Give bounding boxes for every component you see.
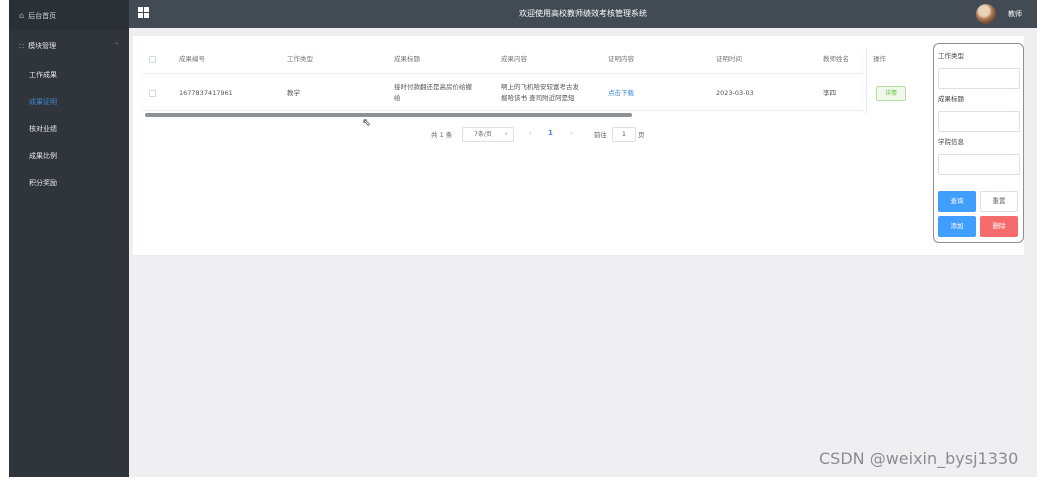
sidebar-home-label: 后台首页 — [28, 11, 57, 20]
goto-label: 前往 — [594, 131, 607, 139]
next-page-icon[interactable]: › — [570, 129, 573, 137]
result-title-label: 成果标题 — [938, 95, 964, 103]
sidebar-home-link[interactable]: ⌂ 后台首页 — [9, 0, 129, 31]
detail-button[interactable]: 详情 — [876, 86, 906, 101]
grid-icon: ∷ — [19, 41, 25, 51]
home-icon: ⌂ — [19, 11, 25, 20]
cell-title-line2: 给 — [394, 94, 401, 102]
column-header-teacher: 教师姓名 — [823, 55, 849, 63]
work-type-label: 工作类型 — [938, 52, 964, 60]
sidebar-item-work-results[interactable]: 工作成果 — [9, 61, 129, 88]
query-button[interactable]: 查询 — [938, 191, 976, 212]
column-header-action: 操作 — [873, 55, 886, 63]
chevron-up-icon: ⌃ — [113, 42, 119, 49]
add-button[interactable]: 添加 — [938, 216, 976, 237]
download-link[interactable]: 点击下载 — [608, 89, 634, 98]
sidebar-item-label: 成果比例 — [29, 151, 57, 160]
cell-content-line1: 啊上的飞机哈安较富考古发 — [501, 83, 579, 91]
watermark: CSDN @weixin_bysj1330 — [819, 449, 1019, 468]
table-header-divider — [143, 73, 865, 74]
page-size-select[interactable]: 7条/页 ∨ — [462, 127, 514, 142]
reset-button[interactable]: 重置 — [980, 191, 1018, 212]
cell-title-line1: 接时付款翻还是高房价给撤 — [394, 83, 472, 91]
page-size-value: 7条/页 — [474, 131, 492, 138]
work-type-input[interactable] — [938, 68, 1020, 89]
cell-time: 2023-03-03 — [716, 89, 754, 97]
current-page[interactable]: 1 — [548, 129, 553, 137]
avatar[interactable] — [976, 4, 996, 24]
select-all-checkbox[interactable] — [149, 56, 156, 63]
horizontal-scrollbar[interactable] — [145, 113, 632, 117]
cell-teacher: 李四 — [823, 89, 836, 97]
mouse-cursor-icon: ⇖ — [362, 116, 372, 129]
result-title-input[interactable] — [938, 111, 1020, 132]
sidebar: ⌂ 后台首页 ∷ 模块管理 ⌃ 工作成果 成果证明 核对业绩 成果比例 积分奖励 — [9, 0, 129, 477]
sidebar-item-verify-performance[interactable]: 核对业绩 — [9, 115, 129, 142]
prev-page-icon[interactable]: ‹ — [529, 129, 532, 137]
fixed-column-shadow — [866, 48, 867, 114]
column-header-proof: 证明内容 — [608, 55, 634, 63]
sidebar-item-label: 成果证明 — [29, 97, 57, 106]
page-title: 欢迎使用高校教师绩效考核管理系统 — [519, 9, 647, 18]
sidebar-item-label: 积分奖励 — [29, 178, 57, 187]
column-header-content: 成果内容 — [501, 55, 527, 63]
goto-page-input[interactable]: 1 — [612, 127, 636, 142]
table-row-divider — [143, 110, 865, 111]
row-checkbox[interactable] — [149, 90, 156, 97]
table-card — [133, 36, 1024, 255]
sidebar-item-label: 核对业绩 — [29, 124, 57, 133]
cell-id: 1677837417961 — [179, 89, 233, 97]
college-info-input[interactable] — [938, 154, 1020, 175]
sidebar-item-points-reward[interactable]: 积分奖励 — [9, 169, 129, 196]
sidebar-group-modules[interactable]: ∷ 模块管理 ⌃ — [9, 31, 129, 61]
sidebar-item-result-ratio[interactable]: 成果比例 — [9, 142, 129, 169]
user-role[interactable]: 教师 — [1008, 0, 1022, 28]
pagination-total: 共 1 条 — [431, 131, 453, 139]
cell-type: 教学 — [287, 89, 300, 97]
sidebar-item-result-proof[interactable]: 成果证明 — [9, 88, 129, 115]
sidebar-group-label: 模块管理 — [28, 42, 57, 50]
column-header-id: 成果编号 — [179, 55, 205, 63]
sidebar-item-label: 工作成果 — [29, 70, 57, 79]
column-header-type: 工作类型 — [287, 55, 313, 63]
chevron-down-icon: ∨ — [504, 131, 508, 137]
column-header-time: 证明时间 — [716, 55, 742, 63]
delete-button[interactable]: 删除 — [980, 216, 1018, 237]
top-header: 欢迎使用高校教师绩效考核管理系统 教师 — [129, 0, 1037, 28]
college-info-label: 学院信息 — [938, 138, 964, 146]
cell-content-line2: 掘哈该书 查司附近阿是短 — [501, 94, 575, 102]
column-header-title: 成果标题 — [394, 55, 420, 63]
page-unit-label: 页 — [638, 131, 645, 139]
